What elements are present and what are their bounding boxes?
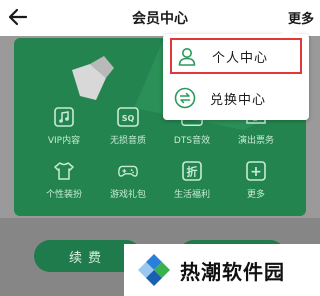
watermark-text: 热潮软件园	[180, 259, 285, 284]
menu-item-label: 个人中心	[212, 50, 269, 66]
tshirt-icon	[53, 160, 75, 182]
exchange-icon	[174, 87, 196, 109]
discount-icon: 折	[181, 160, 203, 182]
benefit-label: 个性装扮	[45, 190, 82, 200]
gamepad-icon	[117, 160, 139, 182]
benefit-label: 游戏礼包	[109, 190, 146, 200]
benefit-game-gift[interactable]: 游戏礼包	[96, 156, 160, 210]
benefit-label: 生活福利	[173, 190, 210, 200]
discount-glyph: 折	[187, 165, 198, 179]
sq-icon: SQ	[117, 106, 139, 128]
plus-icon: +	[245, 160, 267, 182]
page-title: 会员中心	[132, 11, 188, 27]
sq-glyph: SQ	[122, 114, 135, 123]
benefit-more[interactable]: + 更多	[224, 156, 288, 210]
person-icon	[178, 48, 196, 66]
benefit-lossless[interactable]: SQ 无损音质	[96, 102, 160, 156]
menu-item-exchange-center[interactable]: 兑换中心	[163, 78, 309, 118]
benefit-label: 演出票务	[237, 136, 274, 146]
plus-glyph: +	[250, 164, 262, 180]
benefit-label: VIP内容	[47, 136, 81, 146]
benefit-life-welfare[interactable]: 折 生活福利	[160, 156, 224, 210]
menu-item-label: 兑换中心	[210, 92, 267, 108]
music-note-icon	[53, 106, 75, 128]
watermark: 热潮软件园	[124, 244, 320, 296]
benefit-label: DTS音效	[173, 136, 211, 146]
more-dropdown-menu: 个人中心 兑换中心	[163, 28, 309, 120]
benefit-dress-up[interactable]: 个性装扮	[32, 156, 96, 210]
more-button[interactable]: 更多	[288, 8, 314, 27]
menu-item-personal-center[interactable]: 个人中心	[170, 38, 302, 74]
benefit-label: 无损音质	[109, 136, 146, 146]
watermark-logo-icon	[138, 254, 170, 286]
benefit-label: 更多	[246, 190, 265, 200]
top-bar: 会员中心 更多	[0, 0, 320, 36]
benefit-vip-content[interactable]: VIP内容	[32, 102, 96, 156]
